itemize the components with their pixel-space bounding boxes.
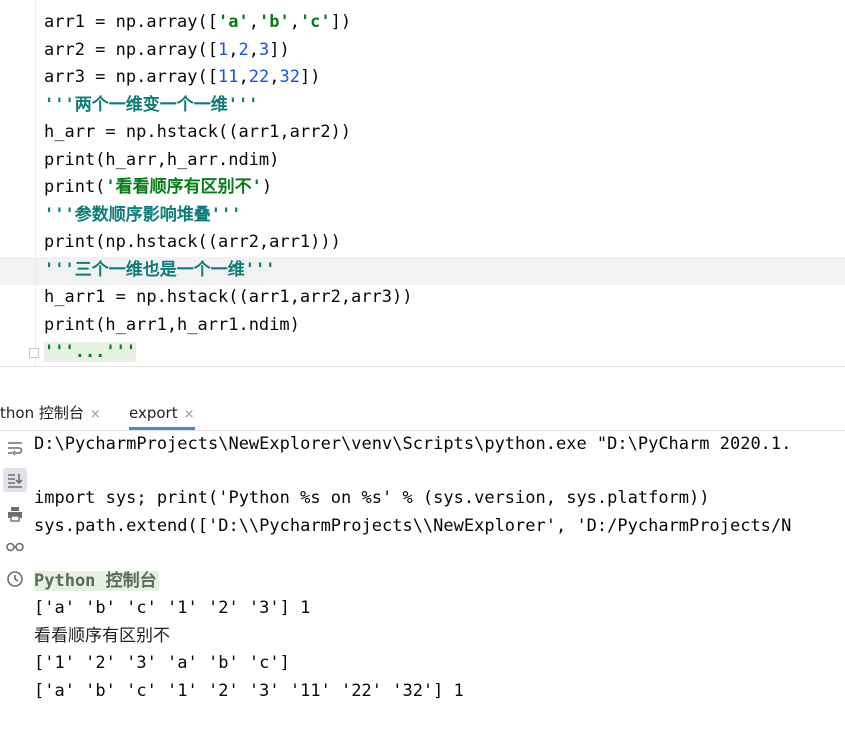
code-token: , bbox=[269, 67, 280, 87]
tab-label: export bbox=[129, 404, 178, 422]
code-token: ]) bbox=[330, 12, 352, 32]
code-token: , bbox=[289, 12, 300, 32]
scroll-to-end-icon[interactable] bbox=[3, 468, 27, 492]
code-token: '''两个一维变一个一维''' bbox=[44, 95, 259, 115]
code-token: 'b' bbox=[258, 12, 290, 32]
code-token: 32 bbox=[279, 67, 300, 87]
code-token: 'c' bbox=[299, 12, 331, 32]
code-token: ]) bbox=[269, 40, 290, 60]
code-line[interactable]: '''...''' bbox=[44, 339, 137, 367]
code-token: ) bbox=[261, 177, 273, 197]
code-token: h_arr = np.hstack((arr1,arr2)) bbox=[44, 122, 352, 142]
fold-marker-icon[interactable] bbox=[29, 348, 39, 358]
console-prompt-title: Python 控制台 bbox=[34, 571, 159, 591]
console-line: ['a' 'b' 'c' '1' '2' '3' '11' '22' '32']… bbox=[34, 678, 464, 706]
console-line: 看看顺序有区别不 bbox=[34, 623, 170, 651]
close-icon[interactable]: × bbox=[90, 407, 101, 422]
console-line: D:\PycharmProjects\NewExplorer\venv\Scri… bbox=[34, 431, 791, 459]
editor-divider bbox=[0, 366, 845, 367]
code-token: '看看顺序有区别不' bbox=[105, 177, 262, 197]
code-token: h_arr1 = np.hstack((arr1,arr2,arr3)) bbox=[44, 287, 413, 307]
console-line: ['a' 'b' 'c' '1' '2' '3'] 1 bbox=[34, 595, 310, 623]
code-token: 22 bbox=[248, 67, 270, 87]
code-token: '''参数顺序影响堆叠''' bbox=[44, 205, 242, 225]
console-text: ['a' 'b' 'c' '1' '2' '3'] 1 bbox=[34, 598, 311, 618]
code-token: '''三个一维也是一个一维''' bbox=[44, 260, 276, 280]
code-token: print(h_arr1,h_arr1.ndim) bbox=[44, 315, 300, 335]
code-token: , bbox=[228, 40, 239, 60]
code-editor[interactable]: arr1 = np.array(['a','b','c']) arr2 = np.… bbox=[0, 0, 845, 366]
code-token: , bbox=[248, 40, 259, 60]
code-line[interactable]: '''参数顺序影响堆叠''' bbox=[44, 202, 241, 230]
code-token: print(h_arr,h_arr.ndim) bbox=[44, 150, 280, 170]
code-token: 'a' bbox=[218, 12, 249, 32]
console-line: import sys; print('Python %s on %s' % (s… bbox=[34, 485, 710, 513]
code-line[interactable]: h_arr = np.hstack((arr1,arr2)) bbox=[44, 119, 351, 147]
console-text: sys.path.extend(['D:\\PycharmProjects\\N… bbox=[34, 516, 792, 536]
code-token: arr3 = np.array([ bbox=[44, 67, 218, 87]
code-line[interactable]: arr1 = np.array(['a','b','c']) bbox=[44, 9, 351, 37]
code-line[interactable]: h_arr1 = np.hstack((arr1,arr2,arr3)) bbox=[44, 284, 412, 312]
console-line: sys.path.extend(['D:\\PycharmProjects\\N… bbox=[34, 513, 791, 541]
console-text: ['a' 'b' 'c' '1' '2' '3' '11' '22' '32']… bbox=[34, 681, 464, 701]
tab-export[interactable]: export × bbox=[129, 396, 195, 430]
code-token: arr1 = np.array([ bbox=[44, 12, 218, 32]
code-line[interactable]: print(h_arr,h_arr.ndim) bbox=[44, 147, 279, 175]
code-token: 11 bbox=[218, 67, 239, 87]
tab-python-console[interactable]: thon 控制台 × bbox=[0, 396, 101, 430]
soft-wrap-icon[interactable] bbox=[3, 436, 27, 460]
code-token: 2 bbox=[238, 40, 249, 60]
code-token: , bbox=[238, 67, 249, 87]
code-token: , bbox=[248, 12, 259, 32]
code-line[interactable]: arr3 = np.array([11,22,32]) bbox=[44, 64, 320, 92]
code-line[interactable]: print(np.hstack((arr2,arr1))) bbox=[44, 229, 341, 257]
console-text: ['1' '2' '3' 'a' 'b' 'c'] bbox=[34, 653, 290, 673]
console-text: import sys; print('Python %s on %s' % (s… bbox=[34, 488, 710, 508]
console-line: Python 控制台 bbox=[34, 568, 159, 596]
code-token: arr2 = np.array([ bbox=[44, 40, 218, 60]
print-icon[interactable] bbox=[3, 502, 27, 526]
code-line[interactable]: print('看看顺序有区别不') bbox=[44, 174, 272, 202]
console-tab-bar: thon 控制台 × export × bbox=[0, 396, 845, 431]
editor-gutter bbox=[35, 0, 36, 366]
code-line[interactable]: print(h_arr1,h_arr1.ndim) bbox=[44, 312, 300, 340]
code-line[interactable]: arr2 = np.array([1,2,3]) bbox=[44, 37, 290, 65]
code-token: print(np.hstack((arr2,arr1))) bbox=[44, 232, 341, 252]
console-toolbar bbox=[0, 431, 30, 736]
code-token: print( bbox=[44, 177, 106, 197]
code-token: 3 bbox=[259, 40, 270, 60]
history-icon[interactable] bbox=[3, 567, 27, 591]
tab-label: thon 控制台 bbox=[0, 404, 84, 422]
console-text: D:\PycharmProjects\NewExplorer\venv\Scri… bbox=[34, 434, 792, 454]
folded-code[interactable]: '''...''' bbox=[44, 342, 137, 362]
code-line[interactable]: '''两个一维变一个一维''' bbox=[44, 92, 258, 120]
console-panel: D:\PycharmProjects\NewExplorer\venv\Scri… bbox=[0, 431, 845, 736]
glasses-icon[interactable] bbox=[3, 534, 27, 558]
code-token: 1 bbox=[218, 40, 229, 60]
code-token: ]) bbox=[299, 67, 321, 87]
console-line: ['1' '2' '3' 'a' 'b' 'c'] bbox=[34, 650, 290, 678]
console-text: 看看顺序有区别不 bbox=[34, 626, 170, 646]
code-line[interactable]: '''三个一维也是一个一维''' bbox=[44, 257, 275, 285]
close-icon[interactable]: × bbox=[184, 407, 195, 422]
